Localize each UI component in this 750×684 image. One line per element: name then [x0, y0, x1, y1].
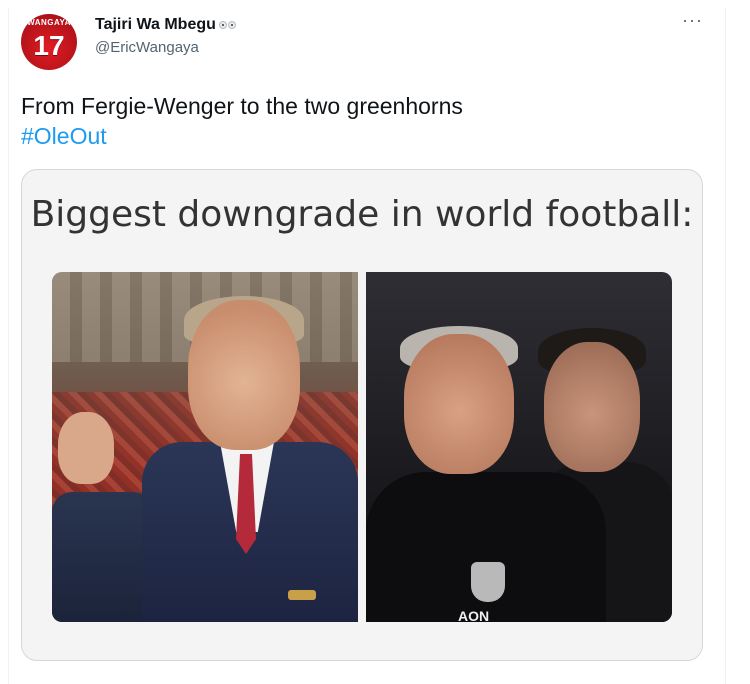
avatar-number: 17 — [33, 30, 65, 61]
media-caption: Biggest downgrade in world football: — [30, 194, 694, 235]
photo-right: AON — [366, 272, 672, 622]
author-handle[interactable]: @EricWangaya — [95, 39, 199, 56]
avatar[interactable]: WANGAYA 17 — [21, 14, 77, 70]
photo-divider — [358, 272, 366, 622]
eyes-emoji-icon — [218, 21, 236, 29]
display-name[interactable]: Tajiri Wa Mbegu — [95, 16, 216, 34]
club-crest-icon — [471, 562, 505, 602]
avatar-text: WANGAYA — [27, 18, 71, 27]
author-name[interactable]: Tajiri Wa Mbegu — [95, 16, 236, 34]
tweet-card[interactable]: WANGAYA 17 Tajiri Wa Mbegu @EricWangaya … — [8, 8, 726, 684]
photo-left — [52, 272, 358, 622]
tweet-media[interactable]: Biggest downgrade in world football: AON — [21, 169, 703, 661]
tweet-text: From Fergie-Wenger to the two greenhorns… — [21, 91, 463, 151]
tweet-body: From Fergie-Wenger to the two greenhorns — [21, 93, 463, 119]
more-options-icon[interactable]: ··· — [682, 10, 703, 31]
sponsor-text: AON — [458, 608, 490, 622]
hashtag-link[interactable]: #OleOut — [21, 121, 463, 151]
